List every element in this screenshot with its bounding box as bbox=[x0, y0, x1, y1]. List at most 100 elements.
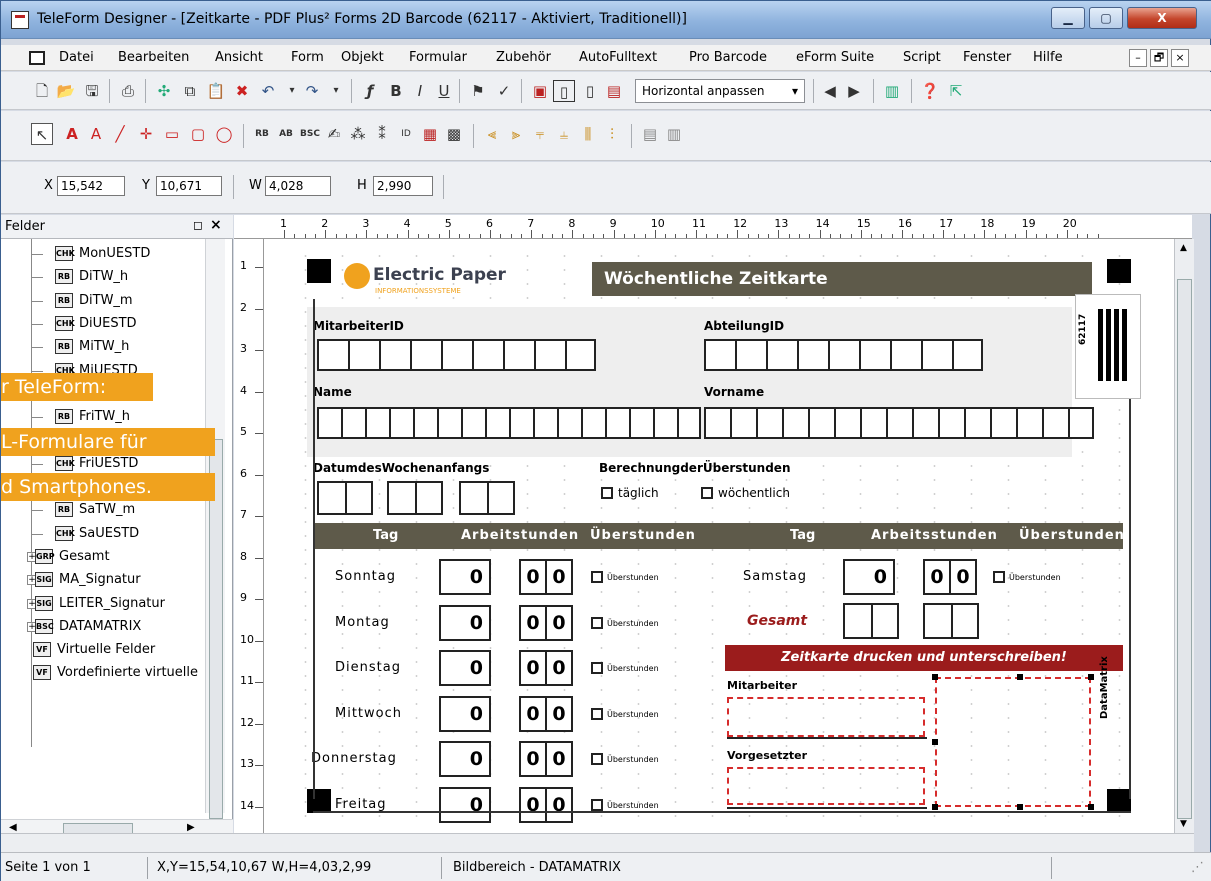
tree-item[interactable]: RB DiTW_m bbox=[1, 290, 201, 313]
line-tool-icon[interactable]: ╱ bbox=[109, 123, 131, 145]
minutes-tens-box[interactable]: 0 bbox=[519, 650, 547, 686]
samstag-hours[interactable]: 0 bbox=[843, 559, 895, 595]
bold-icon[interactable]: B bbox=[385, 80, 407, 102]
undo-icon[interactable]: ↶ bbox=[257, 80, 279, 102]
zoom-select[interactable]: Horizontal anpassen ▾ bbox=[635, 79, 805, 103]
datum-month-boxes[interactable] bbox=[387, 481, 443, 515]
signature-icon[interactable]: ✍ bbox=[323, 123, 345, 145]
menu-bearbeiten[interactable]: Bearbeiten bbox=[118, 50, 189, 65]
tree-item[interactable]: CHK MonUESTD bbox=[1, 243, 201, 266]
choice-icon[interactable]: ⁂ bbox=[347, 123, 369, 145]
menu-formular[interactable]: Formular bbox=[409, 50, 467, 65]
abteilungid-boxes[interactable] bbox=[704, 339, 983, 371]
open-icon[interactable]: 📂 bbox=[55, 80, 77, 102]
maximize-button[interactable]: ▢ bbox=[1089, 7, 1123, 29]
mdi-restore-button[interactable]: 🗗 bbox=[1150, 49, 1168, 67]
tree-item[interactable]: VF Virtuelle Felder bbox=[1, 639, 201, 662]
design-canvas[interactable]: Electric Paper INFORMATIONSSYSTEME Wöche… bbox=[264, 239, 1174, 833]
mitarbeiter-signature-field[interactable] bbox=[727, 697, 925, 737]
woechentlich-checkbox[interactable] bbox=[701, 487, 713, 499]
menu-ansicht[interactable]: Ansicht bbox=[215, 50, 263, 65]
text-tool-icon[interactable]: A bbox=[61, 123, 83, 145]
formula-icon[interactable]: ƒ bbox=[359, 80, 381, 102]
menu-hilfe[interactable]: Hilfe bbox=[1033, 50, 1063, 65]
minutes-ones-box[interactable]: 0 bbox=[545, 604, 573, 641]
minutes-ones-box[interactable]: 0 bbox=[545, 786, 573, 823]
align-left-icon[interactable]: ⫷ bbox=[481, 123, 503, 145]
paste-icon[interactable]: 📋 bbox=[205, 80, 227, 102]
samstag-minutes-ones[interactable]: 0 bbox=[949, 559, 977, 595]
document-icon[interactable] bbox=[29, 51, 45, 65]
selection-handle[interactable] bbox=[932, 739, 938, 745]
ueberstunden-checkbox[interactable] bbox=[591, 798, 603, 811]
hours-box[interactable]: 0 bbox=[439, 604, 491, 641]
canvas-vscrollbar-thumb[interactable] bbox=[1177, 279, 1192, 819]
panel-float-icon[interactable]: ◻ bbox=[193, 218, 203, 232]
minutes-tens-box[interactable]: 0 bbox=[519, 695, 547, 732]
prev-page-icon[interactable]: ◀ bbox=[819, 80, 841, 102]
rounded-rect-tool-icon[interactable]: ▢ bbox=[187, 123, 209, 145]
taeglich-checkbox[interactable] bbox=[601, 487, 613, 499]
bsc-field-icon[interactable]: BSC bbox=[299, 123, 321, 145]
selection-handle[interactable] bbox=[932, 674, 938, 680]
datamatrix-selected-field[interactable] bbox=[935, 677, 1091, 807]
ellipse-tool-icon[interactable]: ◯ bbox=[213, 123, 235, 145]
canvas-vscrollbar[interactable]: ▲ ▼ bbox=[1174, 239, 1194, 833]
ueberstunden-checkbox[interactable] bbox=[591, 707, 603, 720]
hours-box[interactable]: 0 bbox=[439, 559, 491, 595]
selection-handle[interactable] bbox=[1088, 804, 1094, 810]
resize-grip-icon[interactable]: ⋰ bbox=[1191, 860, 1204, 875]
samstag-ueber-checkbox[interactable] bbox=[993, 571, 1005, 583]
hours-box[interactable]: 0 bbox=[439, 741, 491, 777]
selection-handle[interactable] bbox=[1088, 674, 1094, 680]
menu-form[interactable]: Form bbox=[291, 50, 324, 65]
mdi-close-button[interactable]: × bbox=[1171, 49, 1189, 67]
selection-handle[interactable] bbox=[932, 804, 938, 810]
hours-box[interactable]: 0 bbox=[439, 786, 491, 823]
tree-item[interactable]: RB MiTW_h bbox=[1, 336, 201, 359]
gesamt-minutes-boxes[interactable] bbox=[923, 603, 979, 639]
redo-icon[interactable]: ↷ bbox=[301, 80, 323, 102]
page-portrait-icon[interactable]: ▯ bbox=[553, 80, 575, 102]
redo-dropdown-icon[interactable]: ▾ bbox=[325, 80, 347, 102]
h-input[interactable]: 2,990 bbox=[373, 176, 433, 196]
next-page-icon[interactable]: ▶ bbox=[843, 80, 865, 102]
mitarbeiterid-boxes[interactable] bbox=[317, 339, 596, 371]
minutes-tens-box[interactable]: 0 bbox=[519, 786, 547, 823]
hours-box[interactable]: 0 bbox=[439, 695, 491, 732]
scroll-left-icon[interactable]: ◀ bbox=[9, 822, 17, 833]
ab-field-icon[interactable]: AB bbox=[275, 123, 297, 145]
spellcheck-icon[interactable]: ✓ bbox=[493, 80, 515, 102]
ueberstunden-checkbox[interactable] bbox=[591, 662, 603, 674]
new-icon[interactable]: 🗋 bbox=[31, 80, 53, 102]
underline-icon[interactable]: U bbox=[433, 80, 455, 102]
ueberstunden-checkbox[interactable] bbox=[591, 571, 603, 583]
menu-pro-barcode[interactable]: Pro Barcode bbox=[689, 50, 767, 65]
help-icon[interactable]: ❓ bbox=[919, 80, 941, 102]
page-view-icon[interactable]: ▣ bbox=[529, 80, 551, 102]
minutes-ones-box[interactable]: 0 bbox=[545, 741, 573, 777]
pdf-icon[interactable]: ▤ bbox=[603, 80, 625, 102]
gesamt-hours-boxes[interactable] bbox=[843, 603, 899, 639]
image-field-icon[interactable]: ▩ bbox=[443, 123, 465, 145]
tree-item[interactable]: CHK DiUESTD bbox=[1, 313, 201, 336]
minutes-ones-box[interactable]: 0 bbox=[545, 559, 573, 595]
align-center-icon[interactable]: ⫼ bbox=[577, 123, 599, 145]
minutes-ones-box[interactable]: 0 bbox=[545, 650, 573, 686]
tree-item[interactable]: + BSC DATAMATRIX bbox=[1, 616, 201, 639]
menu-eform-suite[interactable]: eForm Suite bbox=[796, 50, 874, 65]
ueberstunden-checkbox[interactable] bbox=[591, 616, 603, 629]
align-bottom-icon[interactable]: ⫨ bbox=[553, 123, 575, 145]
undo-dropdown-icon[interactable]: ▾ bbox=[281, 80, 303, 102]
tree-item[interactable]: + SIG LEITER_Signatur bbox=[1, 593, 201, 616]
y-input[interactable]: 10,671 bbox=[156, 176, 222, 196]
mdi-minimize-button[interactable]: – bbox=[1129, 49, 1147, 67]
selection-handle[interactable] bbox=[1017, 804, 1023, 810]
vorgesetzter-signature-field[interactable] bbox=[727, 767, 925, 805]
hours-box[interactable]: 0 bbox=[439, 650, 491, 686]
menu-datei[interactable]: Datei bbox=[59, 50, 94, 65]
minutes-tens-box[interactable]: 0 bbox=[519, 741, 547, 777]
scroll-right-icon[interactable]: ▶ bbox=[187, 822, 195, 833]
move-icon[interactable]: ✣ bbox=[153, 80, 175, 102]
distribute-h-icon[interactable]: ▤ bbox=[639, 123, 661, 145]
